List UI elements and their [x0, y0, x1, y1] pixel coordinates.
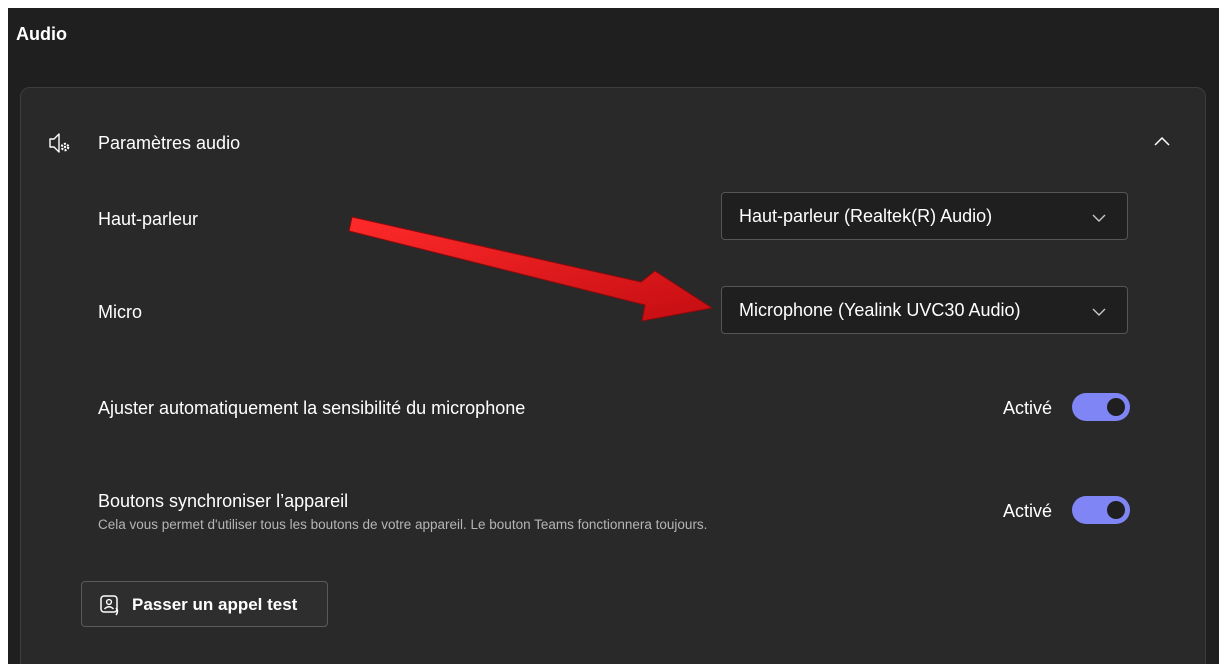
sync-buttons-label: Boutons synchroniser l’appareil: [98, 491, 349, 511]
test-call-button[interactable]: Passer un appel test: [81, 581, 328, 627]
speaker-selected-value: Haut-parleur (Realtek(R) Audio): [739, 206, 993, 226]
speaker-dropdown[interactable]: Haut-parleur (Realtek(R) Audio): [721, 192, 1128, 240]
auto-sensitivity-toggle[interactable]: [1072, 393, 1130, 421]
auto-sensitivity-label: Ajuster automatiquement la sensibilité d…: [98, 398, 526, 418]
microphone-label: Micro: [98, 302, 142, 322]
microphone-selected-value: Microphone (Yealink UVC30 Audio): [739, 300, 1021, 320]
test-call-icon: [99, 594, 121, 616]
section-title: Audio: [16, 24, 67, 44]
chevron-down-icon: [1091, 209, 1107, 223]
toggle-knob: [1107, 398, 1125, 416]
microphone-dropdown[interactable]: Microphone (Yealink UVC30 Audio): [721, 286, 1128, 334]
speaker-gear-icon: [48, 131, 74, 155]
sync-buttons-toggle[interactable]: [1072, 496, 1130, 524]
toggle-knob: [1107, 501, 1125, 519]
chevron-down-icon: [1091, 303, 1107, 317]
settings-window: Audio Paramètres audio Haut-parleur Haut…: [8, 8, 1219, 664]
chevron-up-icon[interactable]: [1151, 131, 1173, 151]
card-header-title: Paramètres audio: [98, 133, 241, 153]
test-call-label: Passer un appel test: [132, 595, 298, 614]
speaker-label: Haut-parleur: [98, 209, 199, 229]
auto-sensitivity-state: Activé: [1003, 398, 1053, 418]
audio-settings-card: Paramètres audio Haut-parleur Haut-parle…: [20, 87, 1206, 664]
sync-buttons-description: Cela vous permet d'utiliser tous les bou…: [98, 517, 708, 532]
sync-buttons-state: Activé: [1003, 501, 1053, 521]
